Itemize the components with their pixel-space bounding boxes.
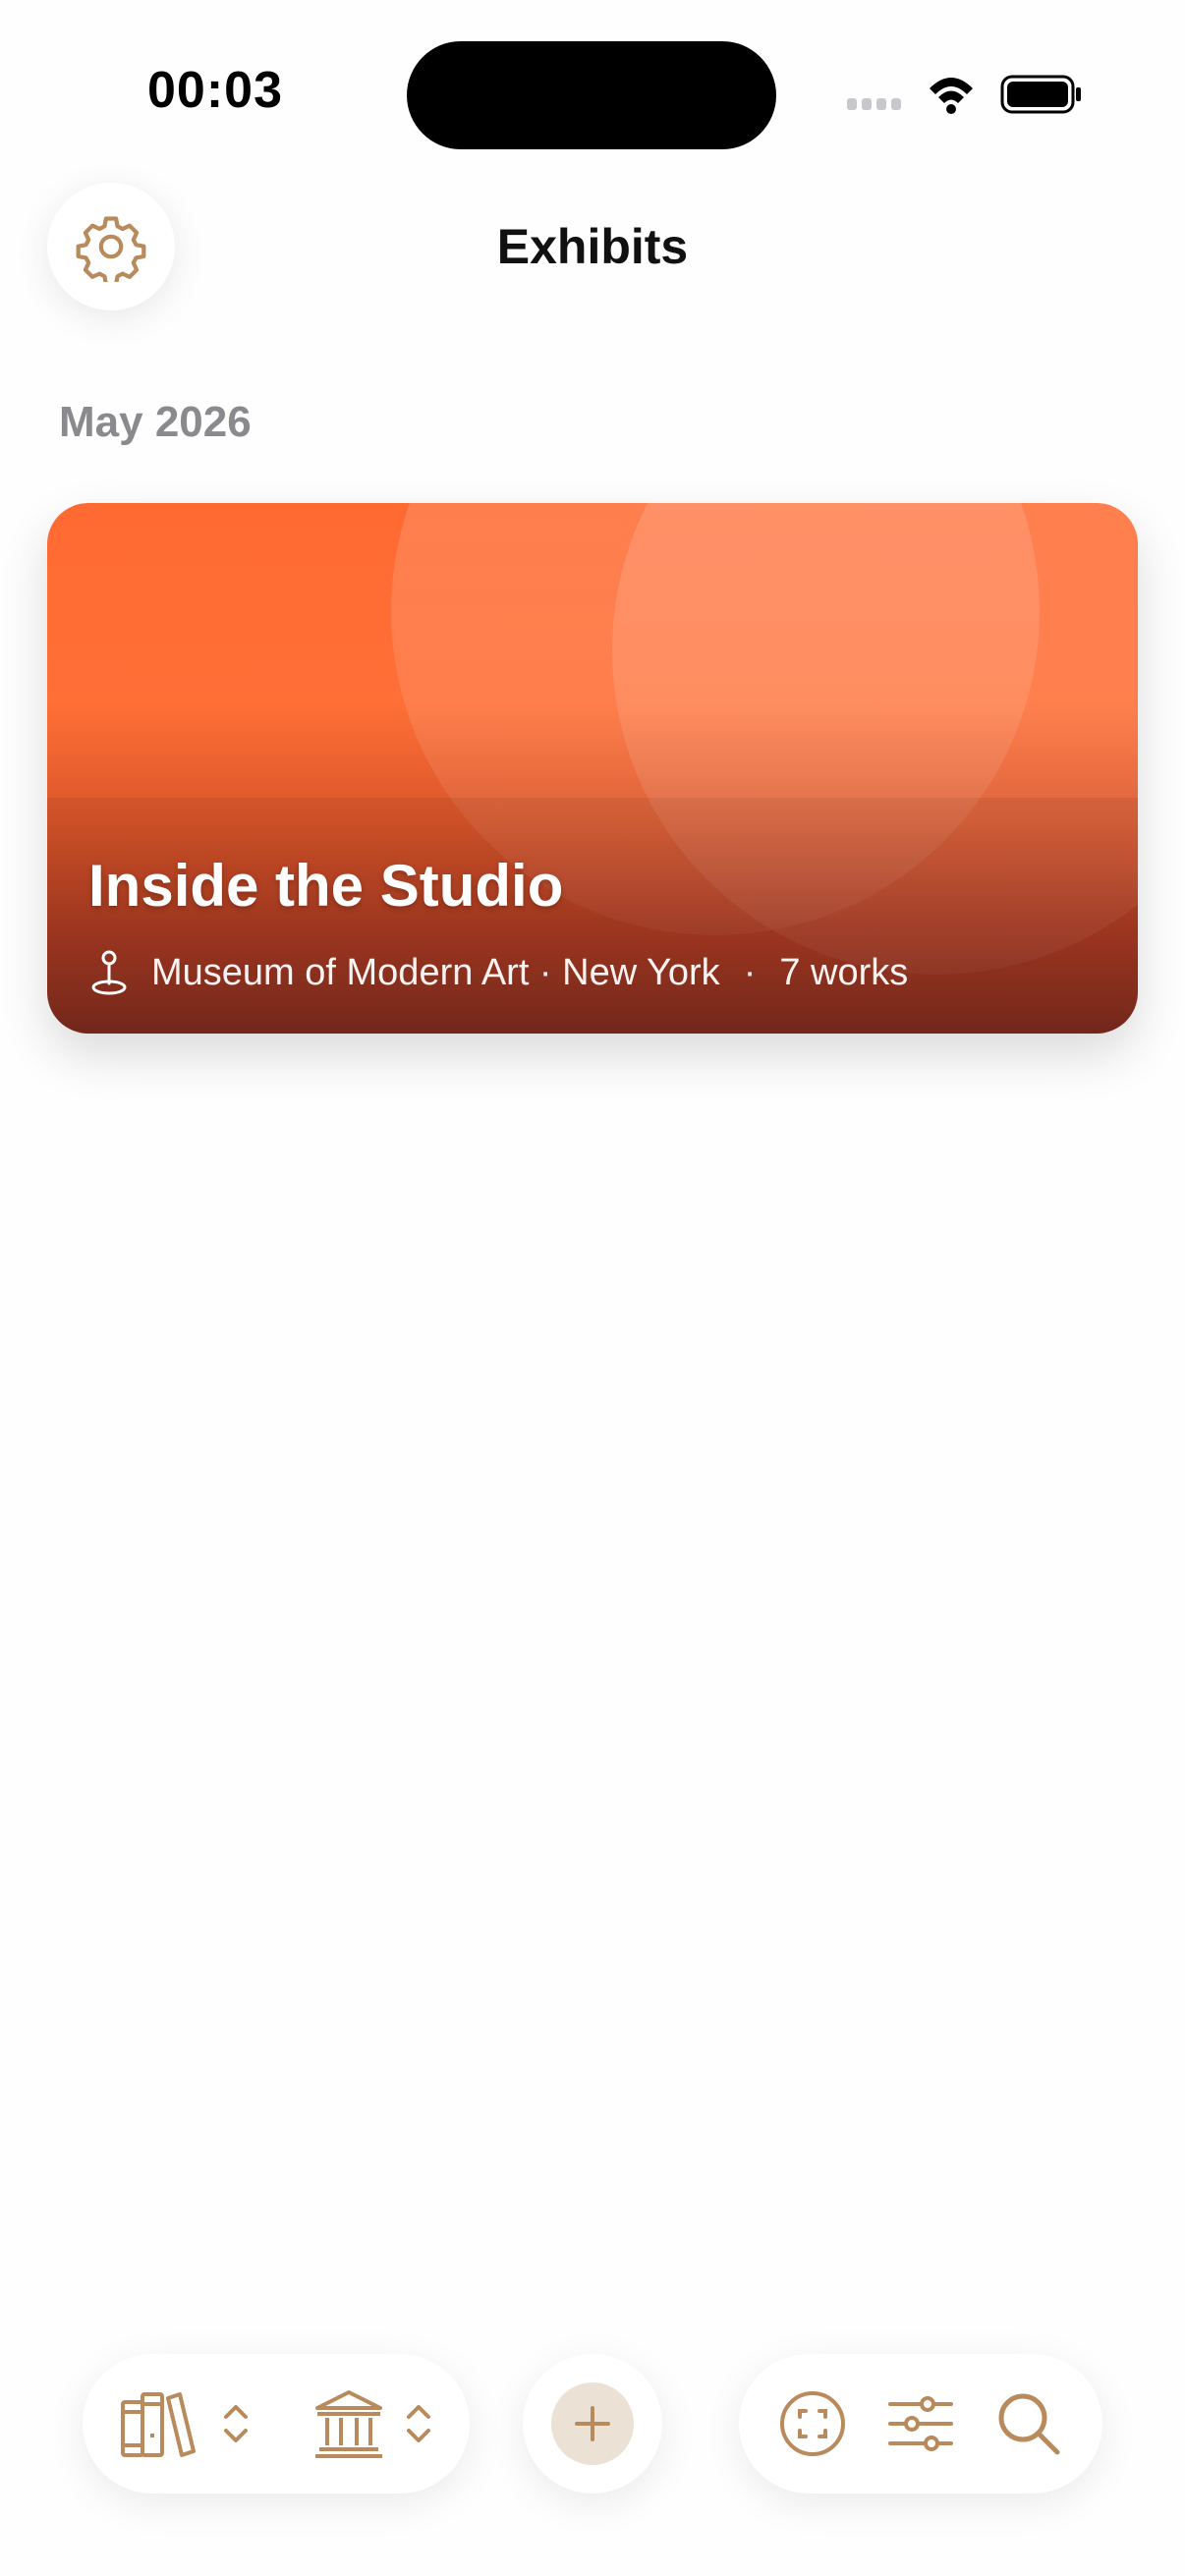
- map-pin-icon: [91, 950, 127, 995]
- add-icon: [575, 2406, 610, 2441]
- museum-picker-button[interactable]: [299, 2354, 446, 2493]
- books-icon: [121, 2392, 196, 2457]
- exhibit-title: Inside the Studio: [88, 853, 564, 919]
- search-icon: [998, 2393, 1060, 2455]
- battery-icon: [1000, 75, 1081, 114]
- scan-face-icon: [780, 2391, 845, 2456]
- chevron-updown-icon: [407, 2405, 430, 2442]
- chevron-updown-icon: [224, 2405, 248, 2442]
- museum-icon: [315, 2390, 382, 2458]
- meta-separator: ·: [743, 951, 757, 993]
- exhibit-meta: Museum of Modern Art · New York · 7 work…: [88, 943, 908, 1002]
- wifi-icon: [930, 78, 973, 114]
- collection-picker-button[interactable]: [116, 2354, 254, 2493]
- sliders-icon: [888, 2396, 953, 2451]
- toolbar-left-group: [83, 2354, 470, 2493]
- scan-button[interactable]: [759, 2354, 867, 2493]
- search-button[interactable]: [975, 2354, 1083, 2493]
- filter-button[interactable]: [867, 2354, 975, 2493]
- section-date-label: May 2026: [59, 398, 252, 446]
- exhibit-location: Museum of Modern Art · New York: [151, 951, 720, 993]
- dynamic-island: [407, 41, 776, 149]
- cellular-signal-icon: [847, 98, 901, 110]
- toolbar-add-group: [523, 2354, 662, 2493]
- exhibits-screen: 00:03 Exhibits May 2026 Inside the Studi…: [0, 0, 1185, 2576]
- status-indicators: [847, 69, 1083, 118]
- status-time: 00:03: [147, 62, 283, 119]
- add-exhibit-button[interactable]: [523, 2354, 662, 2493]
- page-title: Exhibits: [496, 219, 689, 274]
- toolbar-right-group: [739, 2354, 1102, 2493]
- exhibit-works-count: 7 works: [779, 951, 909, 993]
- exhibit-card[interactable]: Inside the Studio Museum of Modern Art ·…: [47, 503, 1138, 1034]
